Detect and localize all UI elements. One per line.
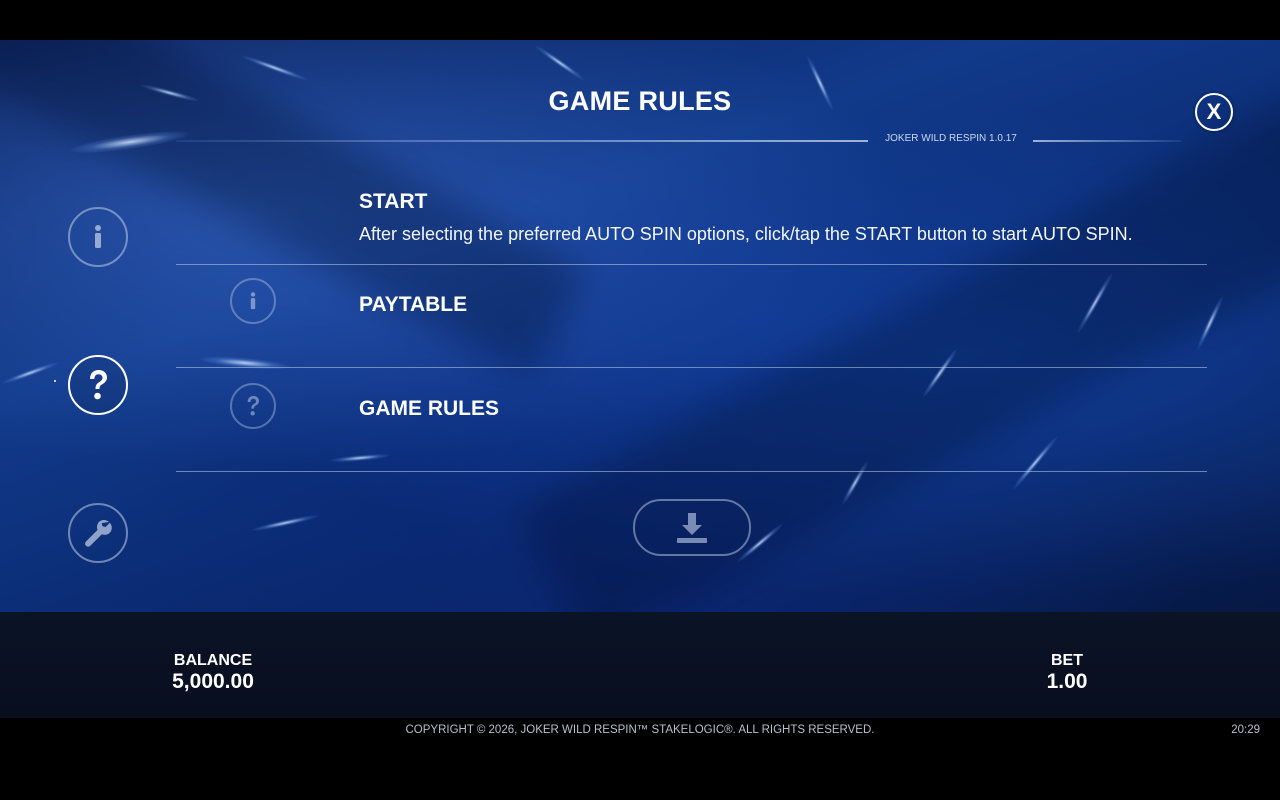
bg-streak [250,512,320,534]
section-paytable[interactable]: PAYTABLE [176,264,1207,368]
game-rules-button[interactable] [230,383,276,429]
section-start: START After selecting the preferred AUTO… [176,180,1207,265]
wrench-icon [85,519,112,547]
download-icon [677,512,707,543]
sidebar-item-settings[interactable] [68,503,128,563]
bet-display: BET 1.00 [1017,652,1117,694]
info-icon [250,292,256,310]
page-title: GAME RULES [548,86,732,116]
clock: 20:29 [1231,724,1260,736]
question-icon [247,396,259,416]
balance-label: BALANCE [173,652,253,669]
section-description: After selecting the preferred AUTO SPIN … [359,224,1133,244]
sidebar-item-info[interactable] [68,207,128,267]
bet-value: 1.00 [1046,670,1088,693]
bg-streak [0,359,60,387]
question-icon [90,370,107,400]
close-icon: X [1206,99,1222,124]
close-button[interactable]: X [1195,93,1233,131]
bg-streak [533,43,587,83]
paytable-button[interactable] [230,278,276,324]
section-title[interactable]: GAME RULES [359,397,499,421]
version-label: JOKER WILD RESPIN 1.0.17 [885,133,1017,144]
sidebar-item-rules[interactable] [68,355,128,415]
section-title[interactable]: PAYTABLE [359,293,467,317]
top-letterbox [0,0,1280,40]
info-icon [95,225,101,248]
download-button[interactable] [633,499,751,556]
title-divider-right [1033,140,1181,142]
balance-value: 5,000.00 [172,670,254,693]
section-game-rules[interactable]: GAME RULES [176,367,1207,472]
bg-streak [241,53,309,83]
game-rules-screen: GAME RULES X JOKER WILD RESPIN 1.0.17 ST… [0,0,1280,800]
bet-label: BET [1051,652,1083,669]
section-title: START [359,190,428,213]
copyright-text: COPYRIGHT © 2026, JOKER WILD RESPIN™ STA… [405,724,875,736]
selection-indicator [54,380,56,382]
title-divider-left [176,140,868,142]
balance-display: BALANCE 5,000.00 [153,652,273,694]
